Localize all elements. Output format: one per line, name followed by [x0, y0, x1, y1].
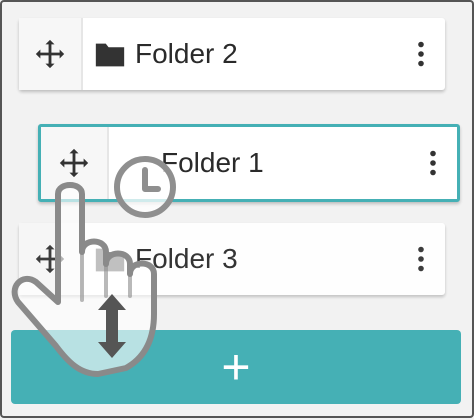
drag-handle[interactable] — [19, 223, 83, 295]
more-vertical-icon — [430, 150, 436, 176]
folder-name: Folder 3 — [135, 243, 238, 274]
drag-handle[interactable] — [19, 18, 83, 90]
folder-name: Folder 1 — [161, 147, 264, 178]
list-item-folder-3[interactable]: Folder 3 — [19, 223, 445, 295]
folder-name: Folder 2 — [135, 38, 238, 69]
move-arrows-icon — [35, 244, 65, 274]
list-item-folder-2[interactable]: Folder 2 — [19, 18, 445, 90]
folder-icon — [95, 43, 125, 67]
list-item-folder-1-dragging[interactable]: Folder 1 — [38, 124, 460, 202]
more-menu-button[interactable] — [411, 223, 431, 295]
add-folder-button[interactable]: + — [11, 330, 461, 404]
app-frame: Folder 2 Folder 3 Folder 1 + — [0, 0, 474, 418]
move-arrows-icon — [35, 39, 65, 69]
drag-handle[interactable] — [41, 127, 109, 199]
more-vertical-icon — [418, 41, 424, 67]
more-menu-button[interactable] — [411, 18, 431, 90]
move-arrows-icon — [59, 148, 89, 178]
folder-icon — [95, 248, 125, 272]
plus-label: + — [221, 339, 251, 395]
more-vertical-icon — [418, 246, 424, 272]
more-menu-button[interactable] — [423, 127, 443, 199]
